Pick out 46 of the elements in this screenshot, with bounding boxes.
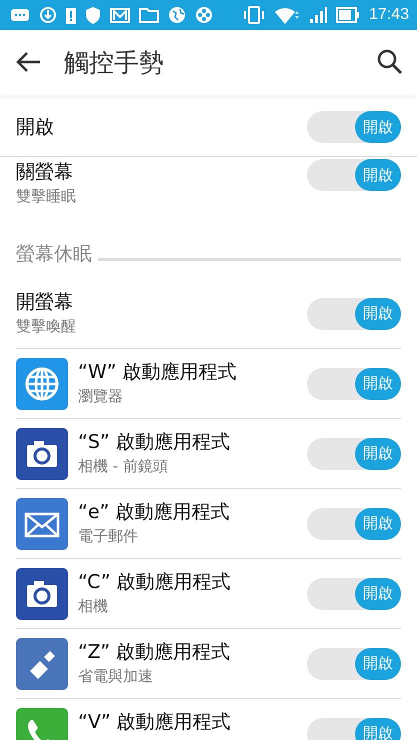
setting-subtitle: 雙擊喚醒 (16, 316, 77, 336)
battery-icon (336, 7, 360, 23)
toggle-switch[interactable]: 開啟 (307, 578, 401, 610)
toggle-switch[interactable]: 開啟 (307, 111, 401, 143)
setting-title: 關螢幕 (16, 160, 74, 185)
camera-icon (16, 428, 68, 480)
setting-subtitle: 相機 (78, 596, 109, 616)
toggle-switch[interactable]: 開啟 (307, 718, 401, 740)
globe-icon (16, 358, 68, 410)
envelope-icon (16, 498, 68, 550)
section-header: 螢幕休眠 (16, 242, 92, 267)
screen-title: 觸控手勢 (64, 46, 165, 78)
toggle-switch[interactable]: 開啟 (307, 648, 401, 680)
setting-subtitle: 電子郵件 (78, 526, 139, 546)
signal-icon (308, 6, 327, 24)
toggle-switch[interactable]: 開啟 (307, 368, 401, 400)
folder-icon (139, 7, 159, 23)
download-icon (39, 6, 57, 24)
setting-title: “e” 啟動應用程式 (78, 500, 230, 524)
globe-icon (168, 6, 186, 24)
setting-title: 開螢幕 (16, 290, 74, 314)
vibrate-icon (242, 6, 265, 24)
setting-title: 開啟 (16, 115, 55, 140)
setting-title: “C” 啟動應用程式 (78, 570, 232, 594)
setting-subtitle: 相機 - 前鏡頭 (78, 456, 169, 476)
shield-icon (85, 6, 101, 24)
setting-title: “Z” 啟動應用程式 (78, 640, 232, 664)
toggle-switch[interactable]: 開啟 (307, 159, 401, 191)
setting-title: “S” 啟動應用程式 (78, 430, 231, 454)
toggle-switch[interactable]: 開啟 (307, 298, 401, 330)
setting-subtitle: 瀏覽器 (78, 386, 124, 406)
camera-icon (16, 568, 68, 620)
setting-title: “V” 啟動應用程式 (78, 710, 232, 734)
setting-subtitle: 省電與加速 (78, 666, 154, 686)
toggle-switch[interactable]: 開啟 (307, 438, 401, 470)
wifi-icon (274, 5, 300, 25)
message-icon (10, 7, 30, 23)
search-icon[interactable] (377, 49, 403, 75)
back-arrow-icon[interactable] (16, 51, 42, 73)
setting-subtitle: 雙擊睡眠 (16, 187, 77, 206)
battery-alert-icon (66, 6, 76, 24)
clock-time: 17:43 (368, 6, 409, 24)
toggle-switch[interactable]: 開啟 (307, 508, 401, 540)
mail-icon (110, 6, 130, 24)
setting-title: “W” 啟動應用程式 (78, 360, 238, 384)
film-reel-icon (195, 6, 213, 24)
